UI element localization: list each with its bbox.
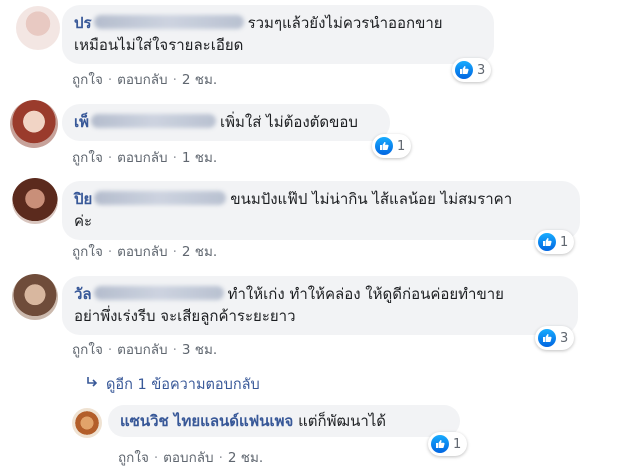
like-icon (455, 61, 473, 79)
like-link[interactable]: ถูกใจ (72, 72, 103, 88)
comment-actions: ถูกใจ · ตอบกลับ · 2 ชม. (72, 72, 218, 88)
reaction-count[interactable]: 1 (428, 432, 468, 456)
comment-text: ค่ะ (74, 212, 93, 230)
like-link[interactable]: ถูกใจ (72, 150, 103, 166)
comment-bubble: ปิย ขนมปังแฟ๊ป ไม่น่ากิน ไส้แลน้อย ไม่สมร… (62, 181, 580, 240)
comment-text: ทำให้เก่ง ทำให้คล่อง ให้ดูดีก่อนค่อยทำขา… (227, 285, 504, 303)
comment-actions: ถูกใจ · ตอบกลับ · 3 ชม. (72, 342, 218, 358)
reply-link[interactable]: ตอบกลับ (163, 450, 213, 466)
page-avatar[interactable] (72, 408, 102, 438)
like-link[interactable]: ถูกใจ (72, 342, 103, 358)
reply-text: แต่ก็พัฒนาได้ (298, 412, 387, 430)
reply-bubble: แซนวิช ไทยแลนด์แฟนเพจ แต่ก็พัฒนาได้ (108, 405, 460, 437)
commenter-name[interactable]: ปิย (74, 190, 230, 208)
reaction-count[interactable]: 1 (535, 230, 575, 254)
page-name[interactable]: แซนวิช ไทยแลนด์แฟนเพจ (120, 412, 293, 430)
like-icon (431, 435, 449, 453)
comment-bubble: เพ็ เพิ่มใส่ ไม่ต้องตัดขอบ (62, 104, 390, 141)
timestamp[interactable]: 2 ชม. (182, 72, 217, 88)
comment-bubble: ปร รวมๆแล้วยังไม่ควรนำออกขาย เหมือนไม่ใส่… (62, 5, 494, 64)
comment-text: อย่าพึ่งเร่งรีบ จะเสียลูกค้าระยะยาว (74, 307, 296, 325)
commenter-name[interactable]: ปร (74, 14, 248, 32)
avatar[interactable] (12, 274, 58, 320)
commenter-name[interactable]: วัล (74, 285, 228, 303)
comment-text: รวมๆแล้วยังไม่ควรนำออกขาย (247, 14, 443, 32)
reply-arrow-icon (86, 376, 98, 392)
like-link[interactable]: ถูกใจ (118, 450, 149, 466)
like-link[interactable]: ถูกใจ (72, 244, 103, 260)
comment-actions: ถูกใจ · ตอบกลับ · 1 ชม. (72, 150, 218, 166)
avatar[interactable] (12, 178, 58, 224)
avatar[interactable] (10, 100, 58, 148)
like-icon (538, 329, 556, 347)
timestamp[interactable]: 3 ชม. (182, 342, 217, 358)
comment-bubble: วัล ทำให้เก่ง ทำให้คล่อง ให้ดูดีก่อนค่อยท… (62, 276, 578, 335)
commenter-name[interactable]: เพ็ (74, 113, 220, 131)
reaction-count[interactable]: 3 (535, 326, 575, 350)
comment-text: เพิ่มใส่ ไม่ต้องตัดขอบ (220, 113, 358, 131)
view-more-replies-link[interactable]: ดูอีก 1 ข้อความตอบกลับ (86, 373, 260, 396)
comment-text: เหมือนไม่ใส่ใจรายละเอียด (74, 36, 244, 54)
reaction-count[interactable]: 3 (452, 58, 492, 82)
timestamp[interactable]: 2 ชม. (228, 450, 263, 466)
reaction-count[interactable]: 1 (372, 134, 412, 158)
timestamp[interactable]: 1 ชม. (182, 150, 217, 166)
reply-link[interactable]: ตอบกลับ (117, 342, 167, 358)
timestamp[interactable]: 2 ชม. (182, 244, 217, 260)
reply-link[interactable]: ตอบกลับ (117, 150, 167, 166)
comment-text: ขนมปังแฟ๊ป ไม่น่ากิน ไส้แลน้อย ไม่สมราคา (230, 190, 513, 208)
like-icon (538, 233, 556, 251)
like-icon (375, 137, 393, 155)
reply-actions: ถูกใจ · ตอบกลับ · 2 ชม. (118, 450, 264, 466)
avatar[interactable] (16, 6, 60, 50)
reply-link[interactable]: ตอบกลับ (117, 244, 167, 260)
reply-link[interactable]: ตอบกลับ (117, 72, 167, 88)
comment-actions: ถูกใจ · ตอบกลับ · 2 ชม. (72, 244, 218, 260)
